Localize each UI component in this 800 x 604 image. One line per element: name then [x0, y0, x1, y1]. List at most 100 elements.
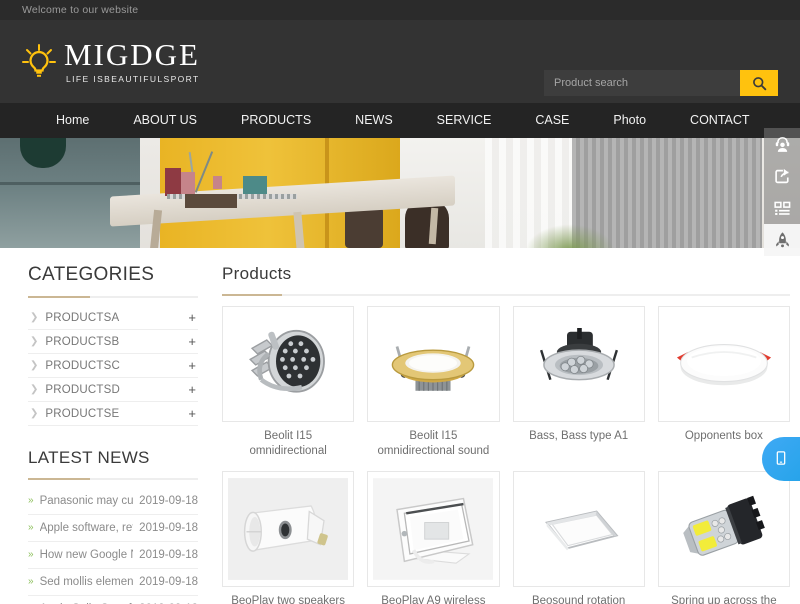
categories-title: CATEGORIES — [28, 264, 155, 285]
qrcode-button[interactable] — [764, 192, 800, 224]
product-image-white-flood-lamp — [367, 471, 500, 587]
expand-plus-icon[interactable]: + — [188, 335, 196, 348]
product-image-led-car-bulb — [657, 471, 790, 587]
logo-name: MIGDGE — [64, 37, 200, 72]
banner-interior-image — [0, 138, 800, 248]
nav-item-photo[interactable]: Photo — [591, 103, 668, 138]
latest-news-title: LATEST NEWS — [28, 448, 150, 467]
logo-tagline: LIFE ISBEAUTIFULSPORT — [66, 74, 200, 84]
product-card[interactable]: Bass, Bass type A1 — [512, 306, 645, 459]
product-card[interactable]: Opponents box — [657, 306, 790, 459]
categories-underline — [28, 296, 198, 298]
hero-banner[interactable] — [0, 138, 800, 248]
category-label: PRODUCTSD — [45, 383, 121, 396]
site-logo[interactable]: MIGDGE LIFE ISBEAUTIFULSPORT — [22, 39, 200, 84]
sidebar: CATEGORIES ❯ PRODUCTSA + ❯ PRODUCTSB + ❯… — [10, 264, 210, 604]
product-name: Beosound rotation — [531, 595, 626, 604]
expand-plus-icon[interactable]: + — [188, 383, 196, 396]
product-card[interactable]: BeoPlay two speakers — [222, 471, 355, 604]
category-label: PRODUCTSE — [45, 407, 120, 420]
latest-news-list: » Panasonic may curb so 2019-09-18 » App… — [28, 488, 198, 604]
chevron-right-icon: ❯ — [30, 359, 39, 371]
news-title: Apple software, retai — [39, 522, 134, 534]
product-name: BeoPlay A9 wireless — [381, 595, 486, 604]
product-image-flat-panel-light — [512, 471, 645, 587]
news-list-item[interactable]: » Apple software, retai 2019-09-18 — [28, 515, 198, 542]
categories-list: ❯ PRODUCTSA + ❯ PRODUCTSB + ❯ PRODUCTSC … — [28, 306, 198, 426]
product-image-led-floodlight-gray — [222, 306, 355, 422]
double-chevron-icon: » — [28, 522, 34, 533]
news-list-item[interactable]: » How new Google Nexus 2019-09-18 — [28, 542, 198, 569]
chevron-right-icon: ❯ — [30, 311, 39, 323]
products-grid: Beolit I15 omnidirectional Beolit I15 om… — [222, 306, 790, 604]
expand-plus-icon[interactable]: + — [188, 311, 196, 324]
top-bar: Welcome to our website — [0, 0, 800, 20]
product-image-white-tube-fixture — [222, 471, 355, 587]
rocket-back-to-top-icon — [773, 231, 792, 250]
back-to-top-button[interactable] — [764, 224, 800, 256]
nav-item-service[interactable]: SERVICE — [415, 103, 514, 138]
expand-plus-icon[interactable]: + — [188, 407, 196, 420]
product-name: Bass, Bass type A1 — [529, 430, 629, 442]
news-title: Panasonic may curb so — [39, 495, 134, 507]
products-title: Products — [222, 264, 292, 283]
headset-support-icon — [773, 135, 792, 154]
category-label: PRODUCTSA — [45, 311, 120, 324]
page-content: CATEGORIES ❯ PRODUCTSA + ❯ PRODUCTSB + ❯… — [0, 248, 800, 604]
news-date: 2019-09-18 — [139, 522, 198, 534]
nav-item-products[interactable]: PRODUCTS — [219, 103, 333, 138]
news-list-item[interactable]: » Sed mollis elementum 2019-09-18 — [28, 569, 198, 596]
site-header: MIGDGE LIFE ISBEAUTIFULSPORT — [0, 20, 800, 103]
news-date: 2019-09-18 — [139, 549, 198, 561]
category-item-productse[interactable]: ❯ PRODUCTSE + — [28, 402, 198, 426]
latest-news-underline — [28, 478, 198, 480]
products-section: Products Beolit I15 omnidirectional Beol… — [210, 264, 790, 604]
product-card[interactable]: Beosound rotation — [512, 471, 645, 604]
category-label: PRODUCTSB — [45, 335, 120, 348]
share-icon — [773, 167, 792, 186]
news-list-item[interactable]: » Apple Sells Out of Al 2019-09-18 — [28, 596, 198, 604]
product-card[interactable]: Beolit I15 omnidirectional sound — [367, 306, 500, 459]
product-image-silver-spotlight — [512, 306, 645, 422]
nav-item-news[interactable]: NEWS — [333, 103, 415, 138]
product-image-white-round-panel-light — [657, 306, 790, 422]
product-name: Beolit I15 omnidirectional — [249, 430, 327, 457]
search-input[interactable] — [544, 70, 740, 96]
chevron-right-icon: ❯ — [30, 335, 39, 347]
nav-item-contact[interactable]: CONTACT — [668, 103, 772, 138]
product-name: Spring up across the — [671, 595, 777, 604]
products-underline — [222, 294, 790, 296]
mobile-phone-icon — [773, 450, 789, 469]
news-title: Sed mollis elementum — [39, 576, 134, 588]
support-button[interactable] — [764, 128, 800, 160]
chevron-right-icon: ❯ — [30, 383, 39, 395]
search-box — [544, 70, 778, 96]
news-date: 2019-09-18 — [139, 576, 198, 588]
category-item-productsb[interactable]: ❯ PRODUCTSB + — [28, 330, 198, 354]
welcome-text: Welcome to our website — [22, 4, 139, 16]
search-button[interactable] — [740, 70, 778, 96]
categories-section: CATEGORIES — [28, 264, 198, 298]
product-card[interactable]: BeoPlay A9 wireless — [367, 471, 500, 604]
share-button[interactable] — [764, 160, 800, 192]
expand-plus-icon[interactable]: + — [188, 359, 196, 372]
mobile-site-tab[interactable] — [762, 437, 800, 481]
news-list-item[interactable]: » Panasonic may curb so 2019-09-18 — [28, 488, 198, 515]
nav-item-case[interactable]: CASE — [513, 103, 591, 138]
nav-item-home[interactable]: Home — [34, 103, 111, 138]
floating-side-toolbar — [764, 128, 800, 256]
main-navigation: Home ABOUT US PRODUCTS NEWS SERVICE CASE… — [0, 103, 800, 138]
latest-news-section: LATEST NEWS » Panasonic may curb so 2019… — [28, 448, 198, 604]
qrcode-icon — [773, 199, 792, 218]
double-chevron-icon: » — [28, 576, 34, 587]
category-item-productsc[interactable]: ❯ PRODUCTSC + — [28, 354, 198, 378]
category-label: PRODUCTSC — [45, 359, 121, 372]
news-date: 2019-09-18 — [139, 495, 198, 507]
product-card[interactable]: Beolit I15 omnidirectional — [222, 306, 355, 459]
category-item-productsd[interactable]: ❯ PRODUCTSD + — [28, 378, 198, 402]
chevron-right-icon: ❯ — [30, 407, 39, 419]
product-card[interactable]: Spring up across the — [657, 471, 790, 604]
double-chevron-icon: » — [28, 549, 34, 560]
nav-item-about-us[interactable]: ABOUT US — [111, 103, 219, 138]
category-item-productsa[interactable]: ❯ PRODUCTSA + — [28, 306, 198, 330]
